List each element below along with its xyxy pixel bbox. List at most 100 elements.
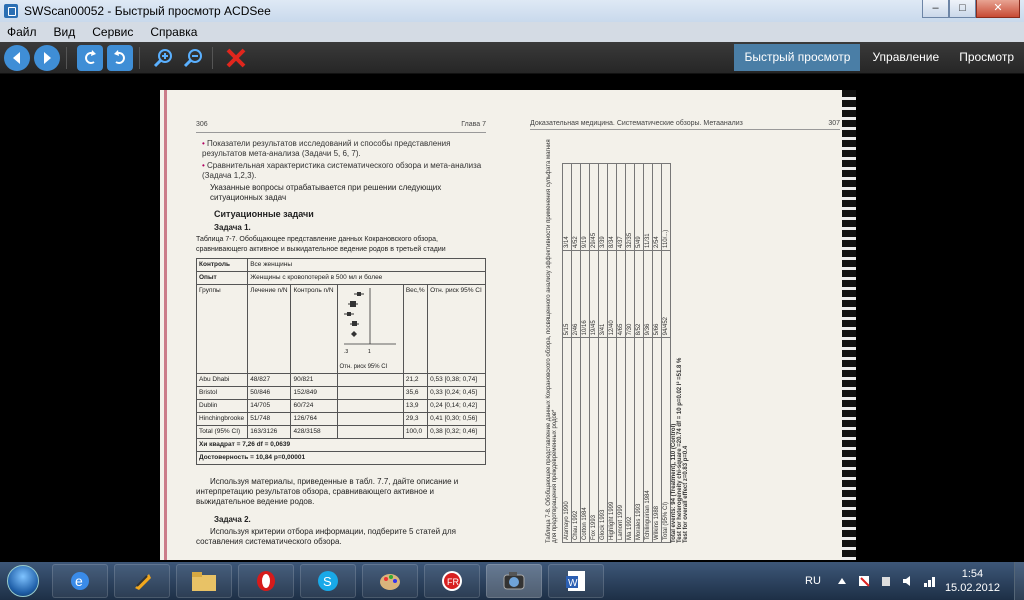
action-center-icon[interactable] [857,574,871,588]
table-header: Вес,% [402,284,429,374]
menu-view[interactable]: Вид [47,25,86,39]
winamp-icon[interactable] [114,564,170,598]
svg-text:FR: FR [447,577,459,587]
clock[interactable]: 1:54 15.02.2012 [945,567,1000,595]
minimize-button[interactable]: – [922,0,949,18]
tab-manage[interactable]: Управление [862,42,949,73]
forest-plot-cell: .3 1 Отн. риск 95% CI [336,284,404,374]
table-cell: 8/52 [634,250,644,338]
taskbar: e S FR W RU 1:54 15.02.2012 [0,562,1024,600]
bullet-item: Сравнительная характеристика систематиче… [202,161,486,181]
table-row: Highlight 1999 12/40 8/34 [607,163,617,543]
table-cell: 48/827 [247,373,292,387]
back-icon[interactable] [4,44,30,71]
table-cell: 29,3 [402,412,429,426]
table-label: Контроль [195,258,249,272]
table-row: Fox 1993 19/45 29/45 [589,163,599,543]
maximize-button[interactable]: □ [949,0,976,18]
language-indicator[interactable]: RU [805,575,821,587]
table-cell: 8/34 [607,163,617,251]
forest-plot: .3 1 [343,288,396,355]
acdsee-icon[interactable] [486,564,542,598]
table-row: Abu Dhabi 48/827 90/821 21,2 0,53 [0,38;… [195,373,486,387]
svg-text:1: 1 [368,349,371,355]
table-row: Chau 1992 2/46 4/52 [571,163,581,543]
table-cell: 90/821 [290,373,338,387]
tab-quick-view[interactable]: Быстрый просмотр [734,44,861,71]
power-icon[interactable] [879,574,893,588]
paint-icon[interactable] [362,564,418,598]
page-number: 307 [828,120,840,127]
table-cell: 12/40 [607,250,617,338]
table-cell: 60/724 [290,399,338,413]
svg-text:e: e [75,573,83,589]
task-title: Задача 1. [214,223,251,232]
table-cell [336,386,404,400]
volume-icon[interactable] [901,574,915,588]
rotated-table: Таблица 7-8. Обобщающее представление да… [544,138,834,543]
scanned-document: 306 Глава 7 Показатели результатов иссле… [160,90,856,560]
windows-orb-icon [7,565,39,597]
image-viewer[interactable]: 306 Глава 7 Показатели результатов иссле… [0,75,1024,562]
menu-help[interactable]: Справка [143,25,207,39]
bullet-item: Показатели результатов исследований и сп… [202,139,486,159]
network-icon[interactable] [923,574,937,588]
table-header: Отн. риск 95% CI [427,284,486,374]
ie-icon[interactable]: e [52,564,108,598]
table-cell: 428/3158 [290,425,338,439]
table-cell: 100,0 [402,425,429,439]
table-cell: Total (95% CI) [195,425,249,439]
zoom-out-icon[interactable] [180,45,206,71]
start-button[interactable] [0,562,46,600]
table-cell: 5/15 [562,250,572,338]
table-cell [336,399,404,413]
finereader-icon[interactable]: FR [424,564,480,598]
forward-icon[interactable] [34,44,60,71]
overall-effect-test: Test for overall effect z=0.83 p=0.4 [683,445,689,543]
table-header: Контроль n/N [290,284,338,374]
table-cell: 5/49 [634,163,644,251]
page-header: 306 Глава 7 [196,120,486,133]
delete-icon[interactable] [223,45,249,71]
table-value: Все женщины [247,258,486,272]
close-button[interactable]: ✕ [976,0,1020,18]
table-header: Группы [195,284,249,374]
table-cell: 9/36 [643,250,653,338]
table-value: Женщины с кровопотерей в 500 мл и более [247,271,486,285]
table-row: Morales 1993 8/52 5/49 [634,163,644,543]
table-cell: 94/452 [661,250,671,338]
table-row: Glock 1993 3/41 3/39 [598,163,608,543]
table-cell: 35,6 [402,386,429,400]
table-cell: 9/19 [580,163,590,251]
rotate-right-icon[interactable] [107,44,133,71]
table-cell: 152/849 [290,386,338,400]
page-number: 306 [196,121,208,128]
menu-file[interactable]: Файл [0,25,47,39]
zoom-in-icon[interactable] [150,45,176,71]
title-bar: SWScan00052 - Быстрый просмотр ACDSee – … [0,0,1024,22]
menu-tools[interactable]: Сервис [85,25,143,39]
table-cell: Lamont 1999 [616,337,626,543]
tab-view[interactable]: Просмотр [949,42,1024,73]
table-cell: 4/52 [571,163,581,251]
show-desktop-button[interactable] [1014,562,1024,600]
significance-text: Достоверность = 10,84 p=0,00001 [196,451,486,465]
skype-icon[interactable]: S [300,564,356,598]
word-icon[interactable]: W [548,564,604,598]
table-row: Total (95% CI) 163/3126 428/3158 100,0 0… [195,425,486,439]
show-hidden-icons-icon[interactable] [835,574,849,588]
table-cell: 11/31 [643,163,653,251]
table-row: Lamont 1999 4/65 4/37 [616,163,626,543]
table-cell: Morales 1993 [634,337,644,543]
table-cell: 19/45 [589,250,599,338]
table-cell: 51/748 [247,412,292,426]
table-cell [336,412,404,426]
table-row: Hinchingbrooke 51/748 126/764 29,3 0,41 … [195,412,486,426]
cochrane-table: Контроль Все женщины Опыт Женщины с кров… [195,258,486,465]
table-cell: 21,2 [402,373,429,387]
folder-icon[interactable] [176,564,232,598]
opera-icon[interactable] [238,564,294,598]
table-row: Dublin 14/705 60/724 13,9 0,24 [0,14; 0,… [195,399,486,413]
rotate-left-icon[interactable] [77,44,103,71]
table-row: Total (95% CI) 94/452 110/...) [661,163,671,543]
